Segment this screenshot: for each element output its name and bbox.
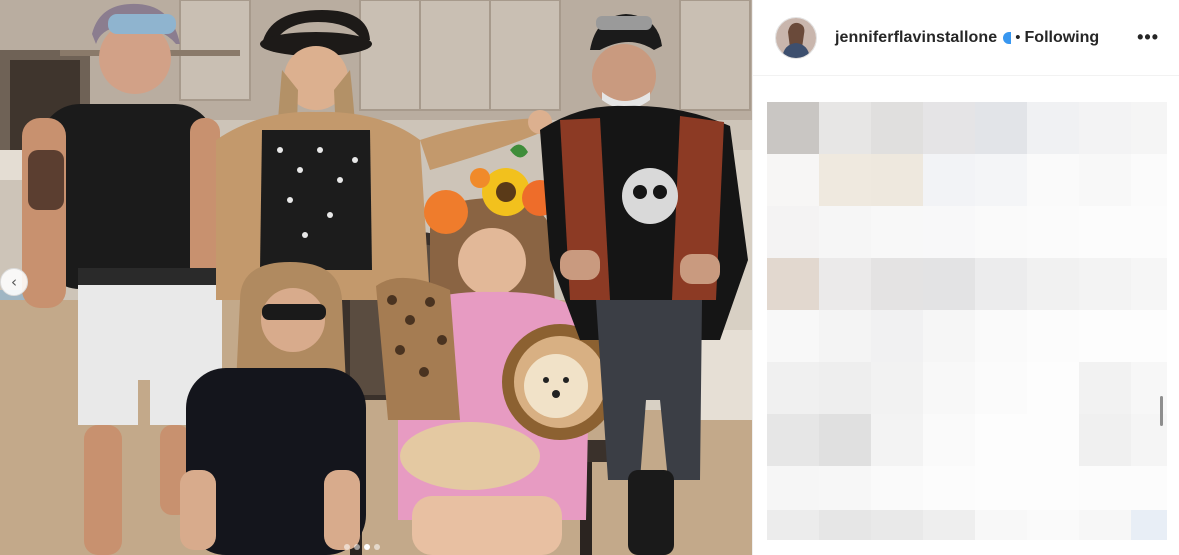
- author-username[interactable]: jenniferflavinstallone: [835, 29, 997, 47]
- avatar-image: [776, 17, 816, 58]
- following-button[interactable]: Following: [1025, 29, 1100, 47]
- more-options-icon[interactable]: •••: [1137, 27, 1159, 48]
- chevron-left-icon: ‹: [11, 273, 17, 291]
- carousel-dot: [374, 544, 380, 550]
- carousel-indicator: [344, 544, 380, 550]
- verified-badge-icon: [1003, 31, 1012, 44]
- instagram-post: ‹ jenniferflavinstallone • Following •••: [0, 0, 1179, 555]
- post-side-panel: jenniferflavinstallone • Following •••: [752, 0, 1179, 555]
- carousel-dot: [344, 544, 350, 550]
- header-separator: •: [1015, 29, 1021, 46]
- carousel-dot: [354, 544, 360, 550]
- carousel-prev-button[interactable]: ‹: [0, 268, 28, 296]
- scrollbar-thumb[interactable]: [1160, 396, 1163, 426]
- carousel-dot-active: [364, 544, 370, 550]
- post-photo[interactable]: ‹: [0, 0, 752, 555]
- avatar[interactable]: [775, 16, 817, 59]
- blurred-comments-area: [767, 102, 1167, 540]
- photo-scene: [0, 0, 752, 555]
- pixelated-block: [767, 102, 1167, 540]
- post-header: jenniferflavinstallone • Following •••: [753, 0, 1179, 76]
